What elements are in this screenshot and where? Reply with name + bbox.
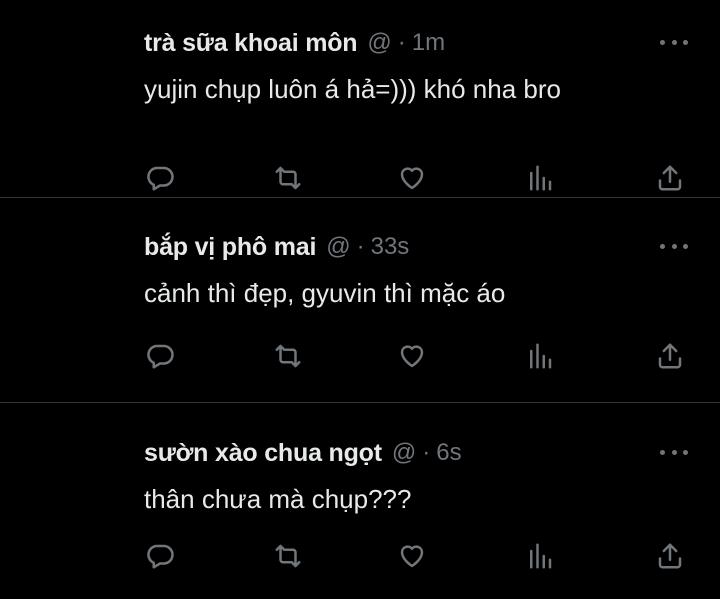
analytics-icon[interactable] [522, 160, 558, 196]
tweet-text: thân chưa mà chụp??? [144, 484, 412, 514]
analytics-icon[interactable] [522, 538, 558, 574]
action-bar [0, 538, 720, 574]
retweet-icon[interactable] [270, 338, 306, 374]
heart-icon[interactable] [394, 338, 430, 374]
username-handle[interactable]: @ [367, 29, 391, 57]
tweet-header: bắp vị phô mai @ · 33s [144, 230, 409, 264]
heart-icon[interactable] [394, 538, 430, 574]
reply-icon[interactable] [142, 538, 178, 574]
username-handle[interactable]: @ [326, 233, 350, 261]
analytics-icon[interactable] [522, 338, 558, 374]
separator-dot: · [422, 439, 431, 466]
reply-icon[interactable] [142, 160, 178, 196]
share-icon[interactable] [652, 538, 688, 574]
reply-feed: trà sữa khoai môn @ · 1m yujin chụp luôn… [0, 0, 720, 599]
divider [0, 197, 720, 198]
more-icon[interactable] [660, 442, 688, 462]
reply-icon[interactable] [142, 338, 178, 374]
share-icon[interactable] [652, 160, 688, 196]
action-bar [0, 338, 720, 374]
action-bar [0, 160, 720, 196]
share-icon[interactable] [652, 338, 688, 374]
retweet-icon[interactable] [270, 160, 306, 196]
more-icon[interactable] [660, 32, 688, 52]
separator-dot: · [397, 29, 406, 56]
tweet[interactable]: sườn xào chua ngọt @ · 6s thân chưa mà c… [0, 436, 720, 599]
heart-icon[interactable] [394, 160, 430, 196]
tweet-text: cảnh thì đẹp, gyuvin thì mặc áo [144, 278, 506, 308]
timestamp[interactable]: 6s [436, 439, 461, 467]
tweet-header: trà sữa khoai môn @ · 1m [144, 26, 445, 60]
tweet[interactable]: bắp vị phô mai @ · 33s cảnh thì đẹp, gyu… [0, 230, 720, 400]
divider [0, 402, 720, 403]
display-name[interactable]: sườn xào chua ngọt [144, 439, 382, 468]
display-name[interactable]: trà sữa khoai môn [144, 29, 358, 58]
timestamp[interactable]: 1m [412, 29, 445, 57]
separator-dot: · [356, 233, 365, 260]
tweet-header: sườn xào chua ngọt @ · 6s [144, 436, 462, 470]
more-icon[interactable] [660, 236, 688, 256]
timestamp[interactable]: 33s [371, 233, 410, 261]
display-name[interactable]: bắp vị phô mai [144, 233, 316, 262]
username-handle[interactable]: @ [392, 439, 416, 467]
retweet-icon[interactable] [270, 538, 306, 574]
tweet-text: yujin chụp luôn á hả=))) khó nha bro [144, 74, 561, 104]
tweet[interactable]: trà sữa khoai môn @ · 1m yujin chụp luôn… [0, 26, 720, 196]
